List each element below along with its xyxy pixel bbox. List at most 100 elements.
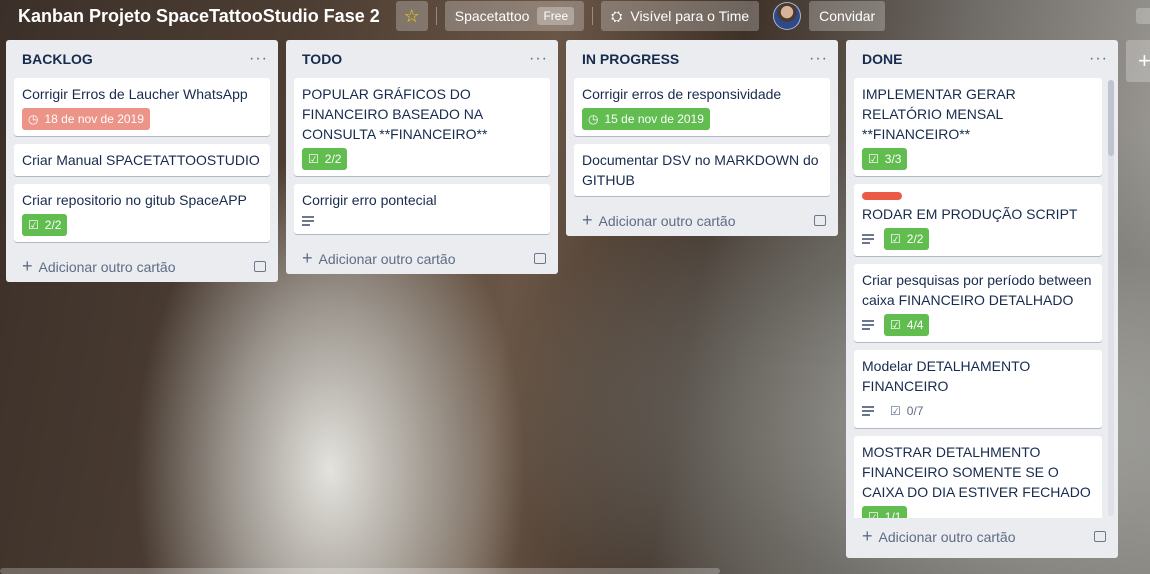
list-in-progress: IN PROGRESS ··· Corrigir erros de respon… — [566, 40, 838, 236]
card-title: IMPLEMENTAR GERAR RELATÓRIO MENSAL **FIN… — [862, 86, 1016, 142]
card-title: Criar repositorio no gitub SpaceAPP — [22, 192, 247, 208]
checkbox-icon: ☑ — [308, 152, 319, 166]
checklist-count: 2/2 — [324, 152, 342, 166]
plus-icon: + — [1138, 48, 1150, 73]
add-card-label: Adicionar outro cartão — [598, 212, 736, 229]
checkbox-icon: ☑ — [28, 218, 39, 232]
due-date-badge[interactable]: ◷ 15 de nov de 2019 — [582, 108, 710, 130]
checklist-badge: ☑ 0/7 — [884, 400, 929, 422]
checklist-count: 3/3 — [884, 152, 902, 166]
card-template-icon[interactable] — [534, 252, 546, 264]
list-scrollbar[interactable] — [1108, 80, 1114, 516]
due-date-text: 18 de nov de 2019 — [44, 112, 144, 126]
list-menu-icon[interactable]: ··· — [1089, 50, 1108, 68]
list-title[interactable]: DONE — [862, 51, 902, 67]
board-horizontal-scrollbar[interactable] — [0, 568, 720, 574]
description-icon — [862, 232, 874, 246]
clock-icon: ◷ — [588, 112, 599, 126]
clock-icon: ◷ — [28, 112, 39, 126]
card[interactable]: Corrigir Erros de Laucher WhatsApp ◷ 18 d… — [14, 78, 270, 136]
list-title[interactable]: BACKLOG — [22, 51, 93, 67]
card-title: Criar pesquisas por período between caix… — [862, 272, 1092, 308]
scrollbar-thumb[interactable] — [1108, 80, 1114, 156]
add-card-label: Adicionar outro cartão — [38, 258, 176, 275]
checklist-badge: ☑ 1/1 — [862, 506, 908, 518]
list-backlog: BACKLOG ··· Corrigir Erros de Laucher Wh… — [6, 40, 278, 282]
card[interactable]: Criar pesquisas por período between caix… — [854, 264, 1102, 342]
checklist-badge: ☑ 2/2 — [302, 148, 348, 170]
card-template-icon[interactable] — [1094, 530, 1106, 542]
checklist-badge: ☑ 2/2 — [884, 228, 930, 250]
add-card-button[interactable]: + Adicionar outro cartão — [6, 250, 278, 282]
card-title: Corrigir erros de responsividade — [582, 86, 782, 102]
due-date-badge[interactable]: ◷ 18 de nov de 2019 — [22, 108, 150, 130]
board-header: Kanban Projeto SpaceTattooStudio Fase 2 … — [0, 0, 1150, 32]
checklist-count: 4/4 — [906, 318, 924, 332]
plan-badge: Free — [537, 7, 575, 25]
add-card-label: Adicionar outro cartão — [878, 528, 1016, 545]
checkbox-icon: ☑ — [890, 404, 901, 418]
card-title: MOSTRAR DETALHMENTO FINANCEIRO SOMENTE S… — [862, 444, 1091, 500]
list-todo: TODO ··· POPULAR GRÁFICOS DO FINANCEIRO … — [286, 40, 558, 274]
visibility-label: Visível para o Time — [630, 8, 750, 24]
card[interactable]: POPULAR GRÁFICOS DO FINANCEIRO BASEADO N… — [294, 78, 550, 176]
checklist-badge: ☑ 3/3 — [862, 148, 908, 170]
list-menu-icon[interactable]: ··· — [249, 50, 268, 68]
description-icon — [862, 318, 874, 332]
card-label[interactable] — [862, 192, 902, 200]
menu-icon[interactable] — [1136, 8, 1150, 24]
add-list-button[interactable]: + — [1126, 40, 1150, 82]
checklist-count: 0/7 — [906, 404, 924, 418]
add-card-button[interactable]: + Adicionar outro cartão — [566, 204, 838, 236]
member-avatar[interactable] — [773, 2, 802, 30]
list-menu-icon[interactable]: ··· — [529, 50, 548, 68]
card-title: Criar Manual SPACETATTOOSTUDIO — [22, 152, 260, 168]
card[interactable]: RODAR EM PRODUÇÃO SCRIPT ☑ 2/2 — [854, 184, 1102, 256]
card-template-icon[interactable] — [814, 214, 826, 226]
card-title: Documentar DSV no MARKDOWN do GITHUB — [582, 152, 819, 188]
plus-icon: + — [302, 247, 313, 268]
star-button[interactable]: ☆ — [395, 1, 428, 31]
card[interactable]: Criar Manual SPACETATTOOSTUDIO — [14, 144, 270, 176]
header-divider — [435, 7, 437, 25]
checkbox-icon: ☑ — [868, 510, 879, 518]
description-icon — [862, 404, 874, 418]
team-visibility-icon: ⛭ — [611, 7, 623, 24]
card[interactable]: Corrigir erro pontecial — [294, 184, 550, 234]
checklist-count: 1/1 — [884, 510, 902, 518]
invite-button[interactable]: Convidar — [809, 1, 886, 31]
card-title: Corrigir erro pontecial — [302, 192, 437, 208]
checklist-count: 2/2 — [44, 218, 62, 232]
add-card-button[interactable]: + Adicionar outro cartão — [846, 520, 1118, 552]
card-title: RODAR EM PRODUÇÃO SCRIPT — [862, 206, 1078, 222]
list-title[interactable]: IN PROGRESS — [582, 51, 679, 67]
card-title: Modelar DETALHAMENTO FINANCEIRO — [862, 358, 1031, 394]
add-card-label: Adicionar outro cartão — [318, 250, 456, 267]
list-menu-icon[interactable]: ··· — [809, 50, 828, 68]
star-icon: ☆ — [403, 5, 420, 26]
card[interactable]: IMPLEMENTAR GERAR RELATÓRIO MENSAL **FIN… — [854, 78, 1102, 176]
card[interactable]: Modelar DETALHAMENTO FINANCEIRO ☑ 0/7 — [854, 350, 1102, 428]
due-date-text: 15 de nov de 2019 — [604, 112, 704, 126]
card-template-icon[interactable] — [254, 260, 266, 272]
plus-icon: + — [22, 255, 33, 276]
card[interactable]: Criar repositorio no gitub SpaceAPP ☑ 2/2 — [14, 184, 270, 242]
checkbox-icon: ☑ — [890, 232, 901, 246]
board-title[interactable]: Kanban Projeto SpaceTattooStudio Fase 2 — [0, 6, 388, 27]
team-name: Spacetattoo — [454, 8, 530, 24]
plus-icon: + — [862, 525, 873, 546]
list-title[interactable]: TODO — [302, 51, 342, 67]
checklist-badge: ☑ 4/4 — [884, 314, 930, 336]
add-card-button[interactable]: + Adicionar outro cartão — [286, 242, 558, 274]
card[interactable]: Corrigir erros de responsividade ◷ 15 de … — [574, 78, 830, 136]
visibility-button[interactable]: ⛭ Visível para o Time — [601, 1, 760, 31]
checklist-count: 2/2 — [906, 232, 924, 246]
description-icon — [302, 214, 314, 228]
checkbox-icon: ☑ — [868, 152, 879, 166]
team-button[interactable]: Spacetattoo Free — [444, 1, 585, 31]
card[interactable]: MOSTRAR DETALHMENTO FINANCEIRO SOMENTE S… — [854, 436, 1102, 518]
card-title: POPULAR GRÁFICOS DO FINANCEIRO BASEADO N… — [302, 86, 488, 142]
card[interactable]: Documentar DSV no MARKDOWN do GITHUB — [574, 144, 830, 196]
checkbox-icon: ☑ — [890, 318, 901, 332]
card-title: Corrigir Erros de Laucher WhatsApp — [22, 86, 248, 102]
